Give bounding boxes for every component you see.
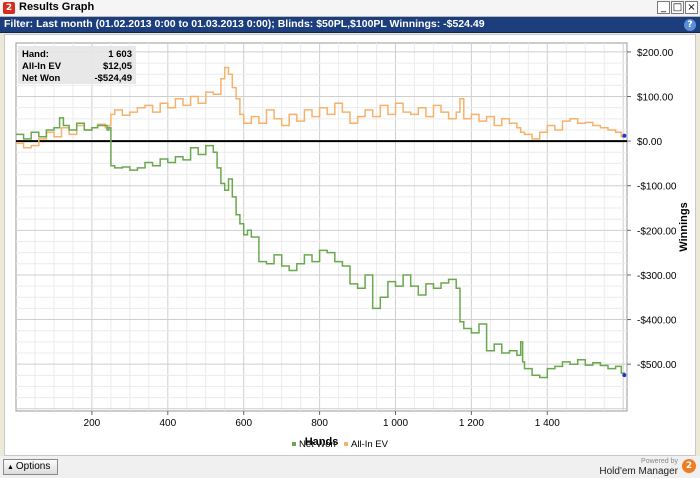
legend-swatch-net-won — [292, 442, 296, 446]
legend-label-net-won: Net Won — [299, 439, 336, 450]
chart-grid — [15, 42, 628, 412]
stats-value: -$524,49 — [94, 73, 132, 84]
x-tick-label: 1 200 — [459, 418, 484, 429]
legend-label-all-in-ev: All-In EV — [351, 439, 389, 450]
stats-value: $12,05 — [103, 61, 133, 72]
stats-panel: Hand: 1 603 All-In EV $12,05 Net Won -$524,49 — [18, 46, 136, 84]
y-tick-label: -$100.00 — [637, 182, 677, 193]
options-label: Options — [15, 461, 51, 472]
results-chart: 200 400 600 800 1 000 1 200 1 400 $200.00 $100.… — [15, 42, 690, 450]
x-tick-label: 1 400 — [535, 418, 560, 429]
window-title: Results Graph — [19, 1, 95, 13]
stats-value: 1 603 — [108, 49, 132, 60]
maximize-button[interactable]: □ — [671, 1, 684, 14]
y-tick-label: $200.00 — [637, 48, 674, 59]
series-end-point — [622, 133, 627, 138]
y-tick-label: $100.00 — [637, 93, 674, 104]
x-axis-ticks: 200 400 600 800 1 000 1 200 1 400 — [84, 411, 560, 429]
close-button[interactable]: × — [685, 1, 698, 14]
bottom-bar: ▲ Options Powered by Hold'em Manager 2 — [0, 456, 700, 478]
minimize-button[interactable]: _ — [657, 1, 670, 14]
stats-label: All-In EV — [22, 61, 62, 72]
brand-name: Hold'em Manager — [599, 466, 678, 477]
results-chart-area: 200 400 600 800 1 000 1 200 1 400 $200.00 $100.… — [4, 34, 696, 456]
brand-text: Powered by Hold'em Manager — [599, 458, 678, 477]
stats-label: Net Won — [22, 73, 61, 84]
y-tick-label: $0.00 — [637, 137, 662, 148]
options-arrow-icon: ▲ — [7, 464, 16, 471]
x-tick-label: 200 — [84, 418, 101, 429]
x-tick-label: 600 — [235, 418, 252, 429]
x-tick-label: 800 — [311, 418, 328, 429]
y-tick-label: -$200.00 — [637, 226, 677, 237]
x-tick-label: 400 — [159, 418, 176, 429]
powered-by-text: Powered by — [641, 458, 678, 465]
title-bar: 2 Results Graph _ □ × — [0, 0, 700, 17]
y-tick-label: -$500.00 — [637, 360, 677, 371]
y-tick-label: -$400.00 — [637, 316, 677, 327]
chart-legend: Net Won All-In EV — [292, 439, 389, 450]
x-tick-label: 1 000 — [383, 418, 408, 429]
legend-swatch-all-in-ev — [344, 442, 348, 446]
options-button[interactable]: ▲ Options — [3, 459, 58, 475]
help-icon[interactable]: ? — [684, 19, 696, 31]
y-axis-label: Winnings — [678, 202, 690, 251]
filter-bar: Filter: Last month (01.02.2013 0:00 to 0… — [0, 17, 700, 33]
plot-area — [15, 42, 628, 412]
series-end-point — [622, 373, 627, 378]
filter-text: Filter: Last month (01.02.2013 0:00 to 0… — [4, 18, 485, 30]
app-logo-icon: 2 — [3, 2, 15, 14]
y-tick-label: -$300.00 — [637, 271, 677, 282]
brand-logo-icon: 2 — [682, 459, 696, 473]
y-axis-ticks: $200.00 $100.00 $0.00 -$100.00 -$200.00 -$300… — [627, 48, 677, 371]
stats-label: Hand: — [22, 49, 49, 60]
